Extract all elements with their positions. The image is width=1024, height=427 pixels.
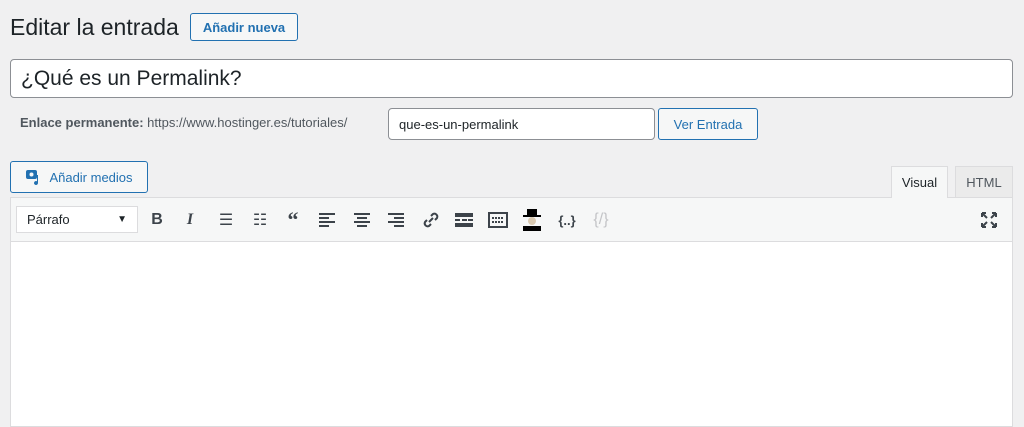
tab-visual[interactable]: Visual	[891, 166, 948, 198]
disabled-code-icon: {/}	[593, 211, 609, 228]
format-select[interactable]: Párrafo ▼	[16, 206, 138, 233]
permalink-label: Enlace permanente:	[20, 115, 144, 130]
slug-input[interactable]: que-es-un-permalink	[388, 108, 655, 140]
blockquote-icon[interactable]: “	[281, 207, 305, 232]
numbered-list-icon[interactable]: ☷	[248, 208, 272, 232]
spy-icon[interactable]	[520, 208, 544, 232]
toolbar-toggle-icon[interactable]	[486, 208, 510, 232]
align-right-icon[interactable]	[384, 208, 408, 232]
align-left-icon[interactable]	[315, 208, 339, 232]
link-icon[interactable]	[419, 208, 443, 232]
permalink-row: Enlace permanente: https://www.hostinger…	[20, 115, 347, 130]
bullet-list-icon[interactable]: ☰	[214, 208, 238, 232]
add-media-button[interactable]: Añadir medios	[10, 161, 148, 193]
media-icon	[26, 170, 39, 186]
editor[interactable]: Párrafo ▼ B I ☰ ☷ “ {..} {/}	[10, 197, 1013, 427]
editor-toolbar: Párrafo ▼ B I ☰ ☷ “ {..} {/}	[11, 198, 1012, 242]
chevron-down-icon: ▼	[117, 214, 127, 225]
view-post-button[interactable]: Ver Entrada	[658, 108, 758, 140]
format-value: Párrafo	[27, 212, 70, 227]
page-title: Editar la entrada	[10, 14, 179, 40]
fullscreen-icon[interactable]	[977, 208, 1001, 232]
read-more-icon[interactable]	[452, 208, 476, 232]
permalink-base: https://www.hostinger.es/tutoriales/	[147, 115, 348, 130]
italic-icon[interactable]: I	[178, 208, 202, 232]
bold-icon[interactable]: B	[145, 208, 169, 232]
tab-html[interactable]: HTML	[955, 166, 1013, 198]
post-title-input[interactable]: ¿Qué es un Permalink?	[10, 59, 1013, 98]
add-media-label: Añadir medios	[49, 169, 133, 185]
add-new-button[interactable]: Añadir nueva	[190, 13, 298, 41]
align-center-icon[interactable]	[350, 208, 374, 232]
code-braces-icon[interactable]: {..}	[555, 208, 579, 232]
